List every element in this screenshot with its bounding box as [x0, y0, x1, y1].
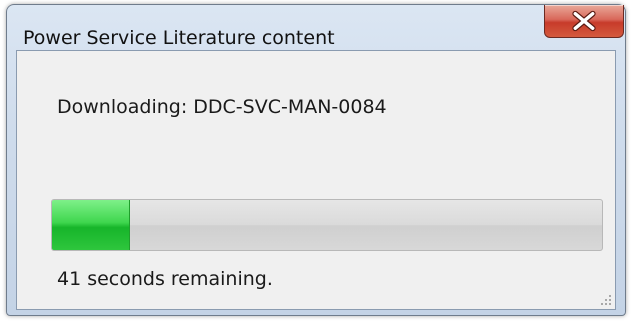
close-icon: [572, 10, 596, 32]
downloading-status: Downloading: DDC-SVC-MAN-0084: [57, 96, 387, 118]
close-button[interactable]: [544, 5, 624, 38]
download-dialog: Power Service Literature content Downloa…: [6, 4, 626, 316]
time-remaining: 41 seconds remaining.: [57, 268, 273, 290]
dialog-content: Downloading: DDC-SVC-MAN-0084 41 seconds…: [16, 50, 616, 310]
resize-grip-icon[interactable]: [599, 293, 613, 307]
window-title: Power Service Literature content: [23, 27, 335, 49]
progress-fill: [52, 200, 130, 250]
download-progress-bar: [51, 199, 603, 251]
